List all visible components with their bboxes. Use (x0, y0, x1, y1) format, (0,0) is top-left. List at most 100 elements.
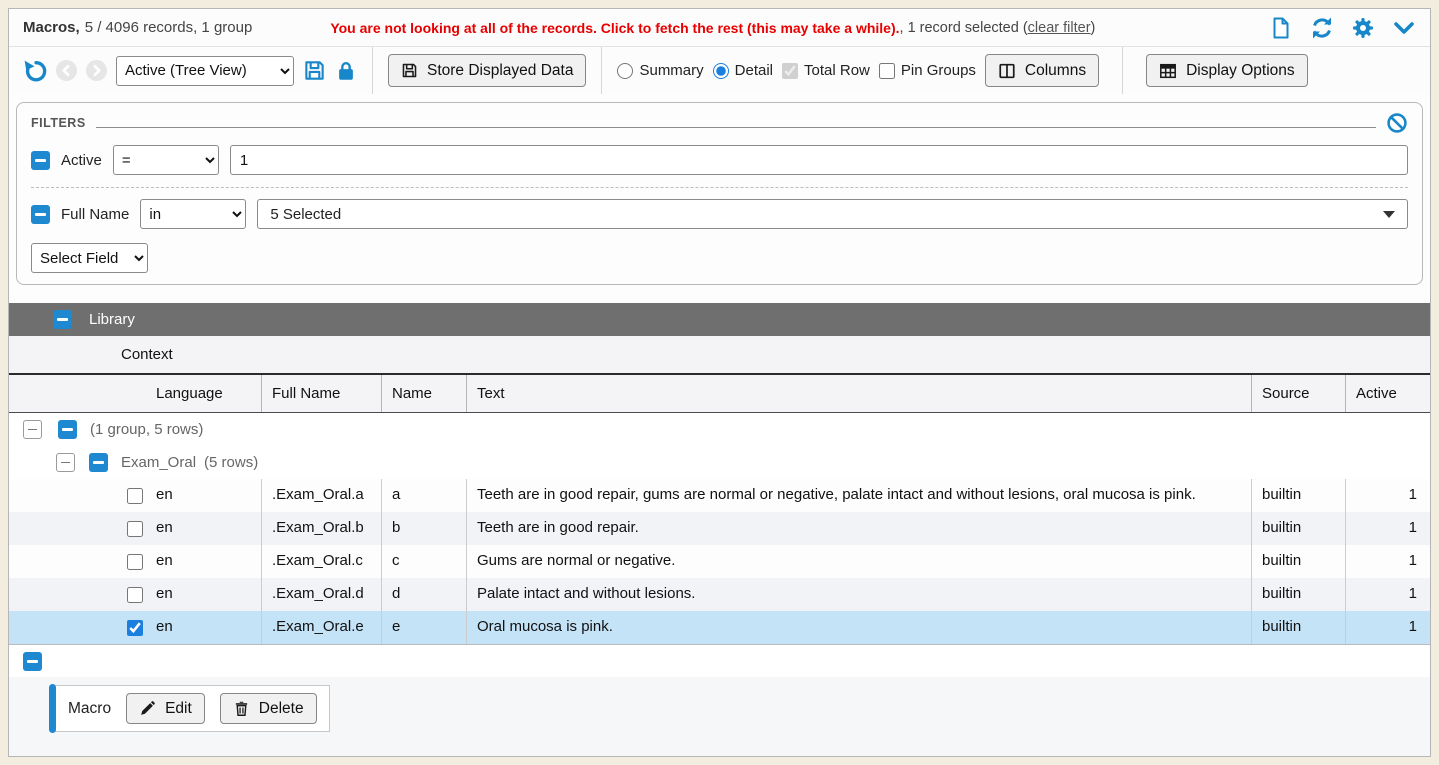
header-bar: Macros, 5 / 4096 records, 1 group You ar… (9, 9, 1430, 47)
cell-name: a (381, 479, 466, 512)
pin-groups-checkbox-input[interactable] (879, 63, 895, 79)
remove-filter-icon[interactable] (31, 205, 50, 224)
total-row-checkbox[interactable]: Total Row (782, 62, 870, 79)
edit-button[interactable]: Edit (126, 693, 205, 724)
toolbar-separator (1122, 47, 1123, 94)
filter-divider (31, 187, 1408, 188)
lock-icon[interactable] (335, 60, 357, 82)
row-checkbox[interactable] (127, 554, 143, 570)
columns-button-label: Columns (1025, 62, 1086, 80)
table-row-selected[interactable]: en .Exam_Oral.e e Oral mucosa is pink. b… (9, 611, 1430, 644)
save-icon[interactable] (303, 59, 326, 82)
tree-group-exam-oral: Exam_Oral (5 rows) (9, 446, 1430, 479)
selected-count-suffix: ) (1091, 20, 1096, 36)
collapse-expander-icon[interactable] (56, 453, 75, 472)
summary-radio-input[interactable] (617, 63, 633, 79)
undo-icon[interactable] (22, 58, 47, 83)
detail-radio[interactable]: Detail (713, 62, 773, 79)
collapse-panel-icon[interactable] (23, 652, 42, 671)
cell-full-name: .Exam_Oral.d (261, 578, 381, 611)
clear-filter-link[interactable]: clear filter (1028, 20, 1091, 36)
remove-filter-icon[interactable] (31, 151, 50, 170)
record-summary: 5 / 4096 records, 1 group (85, 19, 253, 36)
filters-rule (96, 127, 1376, 128)
cell-active: 1 (1345, 611, 1430, 644)
view-select[interactable]: Active (Tree View) (116, 56, 294, 86)
multi-select-dropdown[interactable]: 5 Selected (257, 199, 1408, 229)
caret-down-icon (1383, 211, 1395, 218)
filter-field-label: Full Name (61, 206, 129, 223)
columns-button[interactable]: Columns (985, 54, 1099, 87)
chevron-down-icon[interactable] (1392, 16, 1416, 40)
new-file-icon[interactable] (1269, 16, 1293, 40)
row-checkbox[interactable] (127, 620, 143, 636)
filter-value-input[interactable] (230, 145, 1408, 175)
cell-source: builtin (1251, 545, 1345, 578)
cell-name: d (381, 578, 466, 611)
table-row[interactable]: en .Exam_Oral.d d Palate intact and with… (9, 578, 1430, 611)
store-displayed-data-button[interactable]: Store Displayed Data (388, 54, 586, 87)
toolbar: Active (Tree View) Store Displayed Data (9, 47, 1430, 94)
selected-count-prefix: , 1 record selected ( (900, 20, 1028, 36)
pin-groups-checkbox[interactable]: Pin Groups (879, 62, 976, 79)
table-row[interactable]: en .Exam_Oral.a a Teeth are in good repa… (9, 479, 1430, 512)
collapse-group-icon[interactable] (53, 310, 72, 329)
library-group-label: Library (89, 311, 135, 328)
group-minus-icon[interactable] (58, 420, 77, 439)
row-checkbox[interactable] (127, 521, 143, 537)
group-minus-icon[interactable] (89, 453, 108, 472)
select-field-dropdown[interactable]: Select Field (31, 243, 148, 273)
cell-full-name: .Exam_Oral.c (261, 545, 381, 578)
delete-button[interactable]: Delete (220, 693, 317, 724)
cell-language: en (156, 518, 173, 538)
prev-icon (56, 60, 77, 81)
panel-accent-bar (49, 684, 56, 733)
total-row-checkbox-input (782, 63, 798, 79)
filter-operator-select[interactable]: = (113, 145, 219, 175)
display-options-button[interactable]: Display Options (1146, 54, 1308, 87)
cell-language: en (156, 617, 173, 637)
next-icon (86, 60, 107, 81)
column-header-language: Language (9, 375, 261, 412)
column-header-name: Name (381, 375, 466, 412)
columns-icon (998, 62, 1016, 80)
context-row: Context (9, 336, 1430, 373)
filter-operator-select[interactable]: in (140, 199, 246, 229)
cell-source: builtin (1251, 578, 1345, 611)
row-checkbox[interactable] (127, 587, 143, 603)
table-row[interactable]: en .Exam_Oral.b b Teeth are in good repa… (9, 512, 1430, 545)
gear-icon[interactable] (1351, 16, 1375, 40)
refresh-icon[interactable] (1310, 16, 1334, 40)
root-group-label: (1 group, 5 rows) (90, 421, 203, 438)
fetch-rest-warning[interactable]: You are not looking at all of the record… (330, 20, 899, 36)
toolbar-separator (601, 47, 602, 94)
cell-name: c (381, 545, 466, 578)
detail-radio-input[interactable] (713, 63, 729, 79)
cell-text: Teeth are in good repair, gums are norma… (466, 479, 1251, 512)
cell-full-name: .Exam_Oral.b (261, 512, 381, 545)
cell-active: 1 (1345, 545, 1430, 578)
column-header-full-name: Full Name (261, 375, 381, 412)
cell-source: builtin (1251, 479, 1345, 512)
toolbar-separator (372, 47, 373, 94)
column-header-active: Active (1345, 375, 1430, 412)
row-checkbox[interactable] (127, 488, 143, 504)
display-options-button-label: Display Options (1186, 62, 1295, 80)
column-header-text: Text (466, 375, 1251, 412)
data-rows: en .Exam_Oral.a a Teeth are in good repa… (9, 479, 1430, 645)
sub-group-name: Exam_Oral (121, 454, 196, 471)
table-grid-icon (1159, 62, 1177, 80)
cell-language: en (156, 551, 173, 571)
cell-source: builtin (1251, 611, 1345, 644)
context-label: Context (121, 346, 173, 363)
edit-button-label: Edit (165, 700, 192, 718)
collapse-expander-icon[interactable] (23, 420, 42, 439)
cell-text: Oral mucosa is pink. (466, 611, 1251, 644)
summary-radio[interactable]: Summary (617, 62, 703, 79)
block-icon[interactable] (1386, 112, 1408, 134)
cell-text: Teeth are in good repair. (466, 512, 1251, 545)
filters-title: FILTERS (31, 116, 86, 130)
filter-row-full-name: Full Name in 5 Selected (31, 199, 1408, 229)
sub-group-count: (5 rows) (204, 454, 258, 471)
table-row[interactable]: en .Exam_Oral.c c Gums are normal or neg… (9, 545, 1430, 578)
